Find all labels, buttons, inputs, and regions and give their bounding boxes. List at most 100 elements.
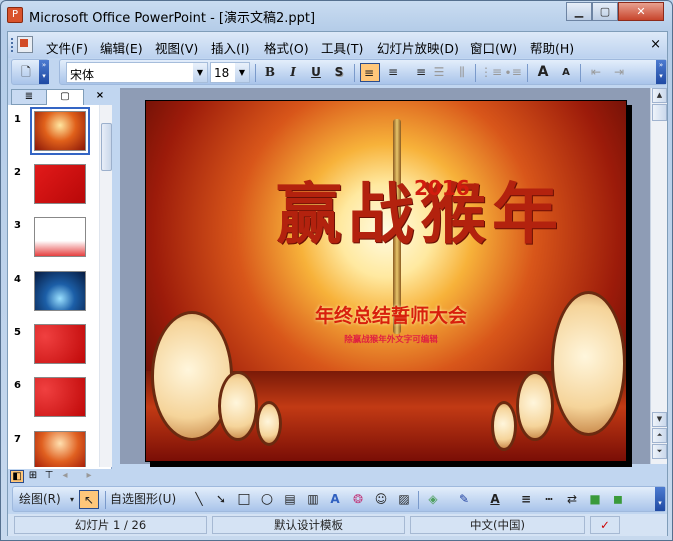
menu-insert[interactable]: 插入(I) <box>211 38 249 57</box>
grow-font-button[interactable]: A <box>533 63 553 82</box>
numbering-icon[interactable]: ⋮≡ <box>480 63 502 82</box>
dash-style-icon[interactable]: ┅ <box>539 490 559 509</box>
scrollbar-thumb[interactable] <box>652 104 667 121</box>
textbox-icon[interactable]: ▤ <box>280 490 300 509</box>
line-color-icon[interactable]: ✎ <box>454 490 474 509</box>
scroll-left-icon[interactable]: ◂ <box>58 470 72 483</box>
maximize-button[interactable]: ▢ <box>592 2 618 21</box>
rectangle-icon[interactable]: □ <box>234 490 254 509</box>
previous-slide-icon[interactable]: ⏶ <box>652 428 667 443</box>
slides-pane: ≣ ▢ × 1 2 3 4 5 6 7 ◧ ⊞ ⊤ ◂ ▸ <box>8 88 112 484</box>
slide-thumbnail-1[interactable]: 1 <box>8 107 99 161</box>
toolbar-options-chevron[interactable]: » ▾ <box>656 60 666 84</box>
slide-thumbnail-5[interactable]: 5 <box>8 324 99 374</box>
pane-close-icon[interactable]: × <box>92 89 108 105</box>
diagram-icon[interactable]: ❂ <box>348 490 368 509</box>
tab-outline[interactable]: ≣ <box>11 89 47 105</box>
scrollbar-thumb[interactable] <box>101 123 112 171</box>
menu-view[interactable]: 视图(V) <box>155 38 198 57</box>
slide-canvas[interactable]: 赢战猴年 2016 年终总结誓师大会 除赢战猴年外文字可编辑 <box>145 100 627 462</box>
grip-handle[interactable] <box>11 38 13 52</box>
decrease-indent-icon[interactable]: ⇤ <box>586 63 606 82</box>
tab-slides[interactable]: ▢ <box>46 89 84 105</box>
fill-color-icon[interactable]: ◈ <box>423 490 443 509</box>
autoshapes-button[interactable]: 自选图形(U) <box>110 490 186 509</box>
menu-help[interactable]: 帮助(H) <box>530 38 574 57</box>
next-slide-icon[interactable]: ⏷ <box>652 444 667 459</box>
distribute-icon[interactable]: ☰ <box>429 63 449 82</box>
thumbnail-image <box>34 164 86 204</box>
underline-button[interactable]: U <box>306 63 326 82</box>
separator <box>354 64 355 82</box>
font-name-select[interactable]: 宋体 ▼ <box>66 62 208 83</box>
drum-image <box>491 401 517 451</box>
shrink-font-button[interactable]: A <box>556 63 576 82</box>
increase-indent-icon[interactable]: ⇥ <box>609 63 629 82</box>
italic-button[interactable]: I <box>283 63 303 82</box>
slideshow-icon[interactable]: ⊤ <box>42 470 56 483</box>
toolbar-options-chevron[interactable]: ▾ <box>655 487 665 511</box>
slide-thumbnail-4[interactable]: 4 <box>8 271 99 321</box>
chevron-down-icon[interactable]: ▼ <box>235 63 249 82</box>
scroll-down-icon[interactable]: ▼ <box>652 412 667 427</box>
chevron-down-icon[interactable]: ▼ <box>193 63 207 82</box>
vertical-textbox-icon[interactable]: ▥ <box>303 490 323 509</box>
slide-thumbnail-2[interactable]: 2 <box>8 164 99 214</box>
menu-close-icon[interactable]: × <box>650 37 661 52</box>
wordart-icon[interactable]: A <box>325 490 345 509</box>
drum-image <box>551 291 626 436</box>
toolbar-options-chevron[interactable]: » ▾ <box>39 60 49 84</box>
menu-tools[interactable]: 工具(T) <box>321 38 363 57</box>
menu-edit[interactable]: 编辑(E) <box>100 38 143 57</box>
line-spacing-icon[interactable]: ⫼ <box>452 63 472 82</box>
formatting-toolbar: 宋体 ▼ 18 ▼ B I U S ≡ ≡ ≡ ☰ ⫼ ⋮≡ ∙≡ A A ⇤ ⇥ … <box>59 59 667 85</box>
app-body: 文件(F) 编辑(E) 视图(V) 插入(I) 格式(O) 工具(T) 幻灯片放… <box>7 31 668 536</box>
arrow-icon[interactable]: ➘ <box>211 490 231 509</box>
bullets-icon[interactable]: ∙≡ <box>503 63 523 82</box>
menu-slideshow[interactable]: 幻灯片放映(D) <box>377 38 459 57</box>
bold-button[interactable]: B <box>260 63 280 82</box>
picture-icon[interactable]: ▨ <box>394 490 414 509</box>
arrow-style-icon[interactable]: ⇄ <box>562 490 582 509</box>
new-document-icon[interactable]: 🗋 <box>16 63 36 82</box>
drum-image <box>218 371 258 441</box>
draw-menu-button[interactable]: 绘图(R) <box>19 490 75 509</box>
slide-thumbnail-7[interactable]: 7 <box>8 431 99 467</box>
minimize-button[interactable]: ▁ <box>566 2 592 21</box>
slide-thumbnail-3[interactable]: 3 <box>8 217 99 267</box>
shadow-style-icon[interactable]: ■ <box>585 490 605 509</box>
status-language: 中文(中国) <box>410 516 585 534</box>
menu-format[interactable]: 格式(O) <box>264 38 309 57</box>
line-style-icon[interactable]: ≡ <box>516 490 536 509</box>
powerpoint-app-icon[interactable]: P <box>7 7 23 23</box>
clipart-icon[interactable]: ☺ <box>371 490 391 509</box>
separator <box>105 491 106 509</box>
shadow-button[interactable]: S <box>329 63 349 82</box>
line-icon[interactable]: ╲ <box>189 490 209 509</box>
document-icon[interactable] <box>17 36 33 53</box>
slide-number: 7 <box>14 434 21 445</box>
align-right-button[interactable]: ≡ <box>406 63 426 82</box>
menu-file[interactable]: 文件(F) <box>46 38 88 57</box>
oval-icon[interactable]: ○ <box>257 490 277 509</box>
align-center-button[interactable]: ≡ <box>383 63 403 82</box>
chevron-down-icon[interactable]: ▾ <box>68 490 76 509</box>
scroll-up-icon[interactable]: ▲ <box>652 88 667 103</box>
slide-note[interactable]: 除赢战猴年外文字可编辑 <box>306 333 476 345</box>
slide-thumbnail-6[interactable]: 6 <box>8 377 99 427</box>
menu-window[interactable]: 窗口(W) <box>470 38 517 57</box>
font-size-select[interactable]: 18 ▼ <box>210 62 250 83</box>
slide-subtitle[interactable]: 年终总结誓师大会 <box>306 301 476 328</box>
font-color-icon[interactable]: A <box>485 490 505 509</box>
close-button[interactable]: ✕ <box>618 2 664 21</box>
slide-year[interactable]: 2016 <box>414 176 470 200</box>
thumbnails-scrollbar[interactable] <box>99 105 112 467</box>
select-pointer-icon[interactable]: ↖ <box>79 490 99 509</box>
slide-sorter-icon[interactable]: ⊞ <box>26 470 40 483</box>
3d-style-icon[interactable]: ◼ <box>608 490 628 509</box>
scroll-right-icon[interactable]: ▸ <box>82 470 96 483</box>
vertical-scrollbar[interactable]: ▲ ▼ ⏶ ⏷ <box>650 88 667 464</box>
spellcheck-icon[interactable]: ✓ <box>590 516 620 534</box>
normal-view-icon[interactable]: ◧ <box>10 470 24 483</box>
align-left-button[interactable]: ≡ <box>360 63 380 82</box>
